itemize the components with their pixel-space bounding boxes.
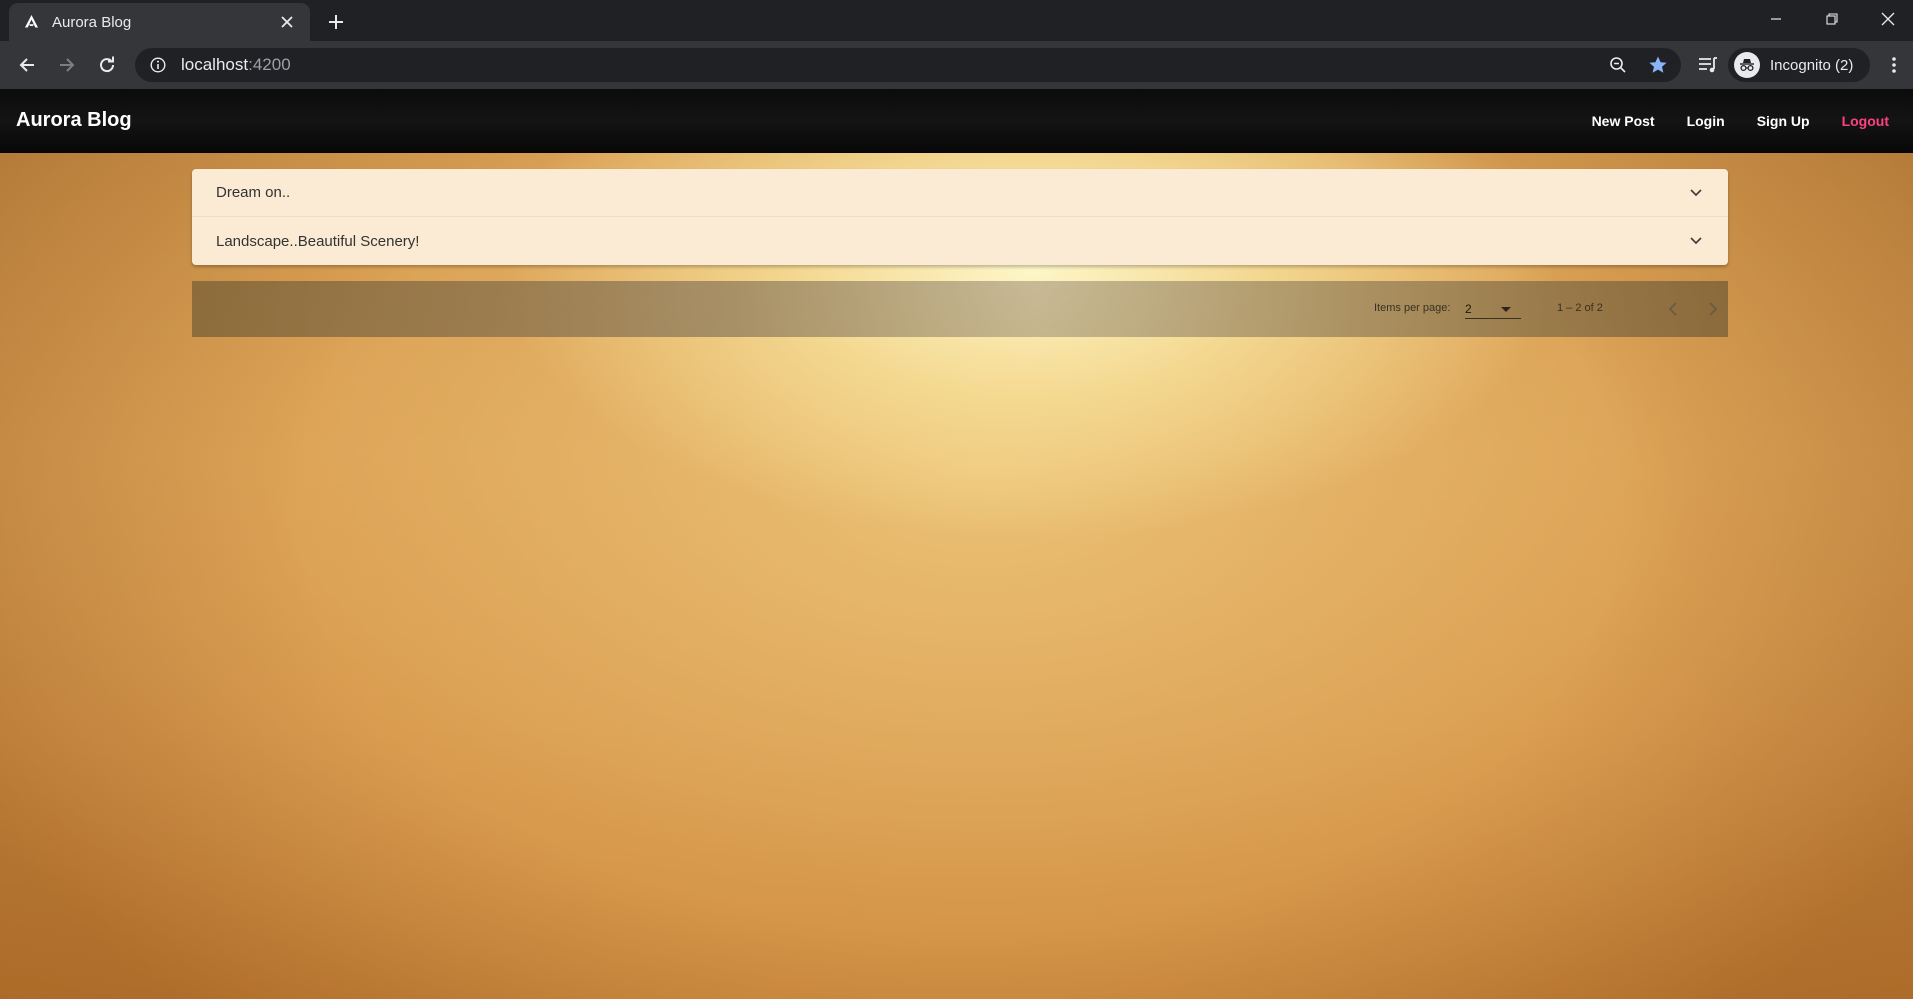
next-page-icon[interactable] bbox=[1699, 295, 1727, 323]
post-title: Landscape..Beautiful Scenery! bbox=[216, 232, 420, 250]
login-link[interactable]: Login bbox=[1687, 113, 1725, 129]
bookmark-star-icon[interactable] bbox=[1642, 49, 1674, 81]
tab-title: Aurora Blog bbox=[52, 13, 132, 31]
page-range-label: 1 – 2 of 2 bbox=[1557, 302, 1603, 314]
incognito-profile-button[interactable]: Incognito (2) bbox=[1728, 48, 1870, 82]
close-window-icon[interactable] bbox=[1860, 0, 1913, 38]
browser-menu-icon[interactable] bbox=[1880, 49, 1908, 81]
forward-icon[interactable] bbox=[51, 49, 83, 81]
restore-icon[interactable] bbox=[1804, 0, 1860, 38]
browser-tabstrip: Aurora Blog bbox=[0, 0, 1913, 41]
profile-label: Incognito (2) bbox=[1770, 56, 1854, 74]
post-panel[interactable]: Dream on.. bbox=[192, 169, 1728, 217]
app-toolbar: Aurora Blog New Post Login Sign Up Logou… bbox=[0, 89, 1913, 153]
chevron-down-icon[interactable] bbox=[1688, 185, 1704, 201]
brand-title[interactable]: Aurora Blog bbox=[16, 109, 132, 132]
page-size-value: 2 bbox=[1465, 302, 1472, 316]
new-tab-icon[interactable] bbox=[322, 8, 350, 36]
angular-favicon-icon bbox=[23, 14, 40, 31]
post-title: Dream on.. bbox=[216, 184, 291, 201]
paginator: Items per page: 2 1 – 2 of 2 bbox=[192, 281, 1728, 337]
chevron-down-icon[interactable] bbox=[1688, 233, 1704, 249]
dropdown-arrow-icon bbox=[1501, 307, 1511, 312]
site-info-icon[interactable] bbox=[149, 56, 167, 74]
address-bar[interactable]: localhost:4200 bbox=[135, 48, 1681, 82]
url-port: :4200 bbox=[248, 55, 291, 74]
minimize-icon[interactable] bbox=[1748, 0, 1804, 38]
url-host: localhost bbox=[181, 55, 249, 74]
browser-toolbar: localhost:4200 Incognito (2) bbox=[0, 41, 1913, 89]
post-panel[interactable]: Landscape..Beautiful Scenery! bbox=[192, 217, 1728, 265]
logout-link[interactable]: Logout bbox=[1842, 113, 1889, 129]
browser-tab[interactable]: Aurora Blog bbox=[9, 3, 310, 41]
tab-close-icon[interactable] bbox=[278, 13, 296, 31]
page-size-select[interactable]: 2 bbox=[1465, 297, 1521, 319]
reading-list-icon[interactable] bbox=[1692, 49, 1724, 81]
incognito-icon bbox=[1734, 52, 1760, 78]
reload-icon[interactable] bbox=[91, 49, 123, 81]
zoom-icon[interactable] bbox=[1602, 49, 1634, 81]
top-nav: New Post Login Sign Up Logout bbox=[1560, 89, 1889, 153]
new-post-link[interactable]: New Post bbox=[1592, 113, 1655, 129]
previous-page-icon[interactable] bbox=[1659, 295, 1687, 323]
post-accordion: Dream on.. Landscape..Beautiful Scenery! bbox=[192, 169, 1728, 265]
back-icon[interactable] bbox=[11, 49, 43, 81]
items-per-page-label: Items per page: bbox=[1374, 302, 1451, 314]
page-viewport: Aurora Blog New Post Login Sign Up Logou… bbox=[0, 89, 1913, 999]
signup-link[interactable]: Sign Up bbox=[1757, 113, 1810, 129]
